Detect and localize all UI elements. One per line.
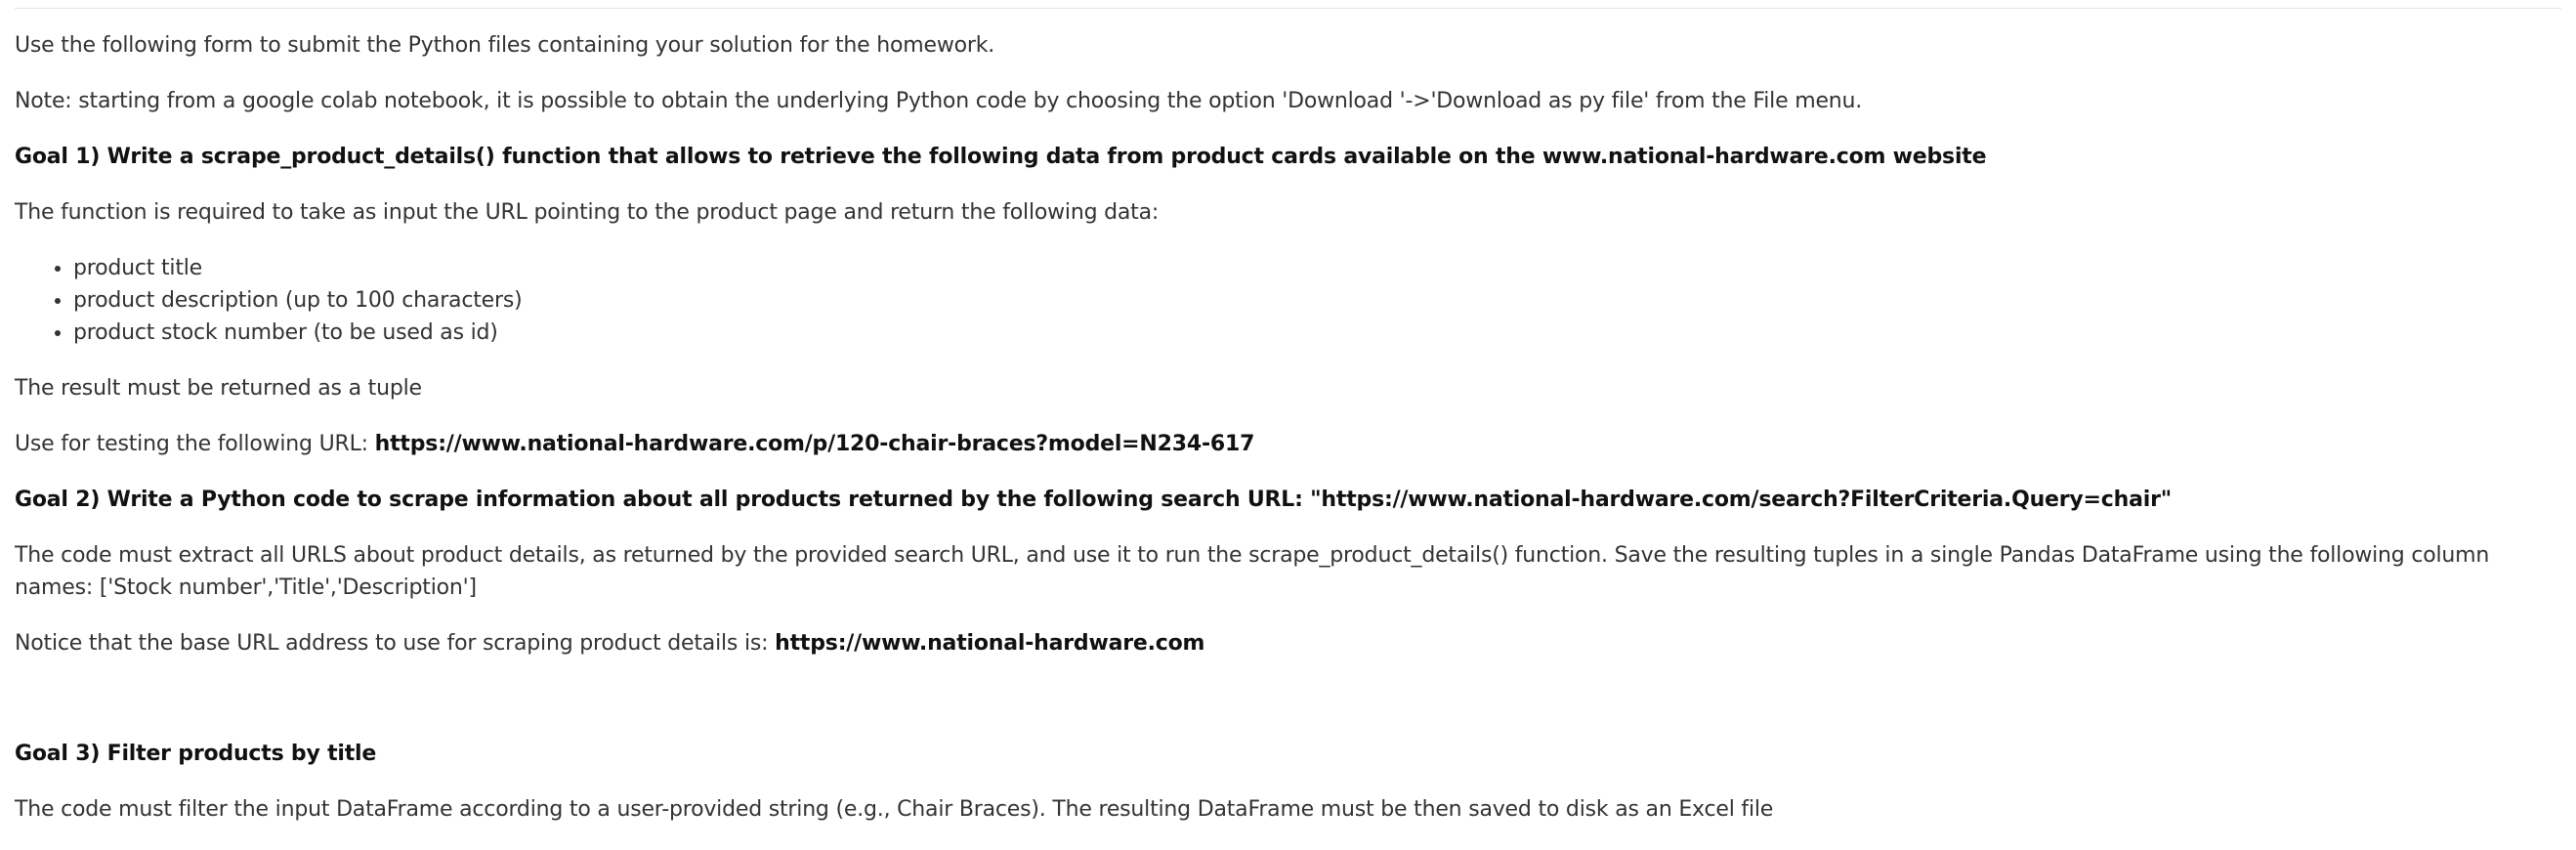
note-text: Note: starting from a google colab noteb… <box>15 89 1863 113</box>
goal-1-input-text: The function is required to take as inpu… <box>15 200 1160 225</box>
goal-1-title: Goal 1) Write a scrape_product_details()… <box>15 145 1987 169</box>
base-url: https://www.national-hardware.com <box>775 631 1205 656</box>
list-item: product title <box>73 252 2555 284</box>
goal-3-description: The code must filter the input DataFrame… <box>15 797 1774 822</box>
testing-url: https://www.national-hardware.com/p/120-… <box>374 432 1255 456</box>
list-item: product stock number (to be used as id) <box>73 317 2555 349</box>
testing-prefix: Use for testing the following URL: <box>15 432 375 456</box>
top-divider <box>15 8 2561 9</box>
goal-3-title: Goal 3) Filter products by title <box>15 742 377 766</box>
list-item: product description (up to 100 character… <box>73 284 2555 317</box>
goal-1-result-text: The result must be returned as a tuple <box>15 376 422 401</box>
goal-2-title: Goal 2) Write a Python code to scrape in… <box>15 488 2172 512</box>
intro-text: Use the following form to submit the Pyt… <box>15 33 995 58</box>
goal-1-testing-line: Use for testing the following URL: https… <box>15 428 2555 460</box>
goal-2-description: The code must extract all URLS about pro… <box>15 543 2490 600</box>
goal-2-base-url-line: Notice that the base URL address to use … <box>15 627 2555 659</box>
homework-instructions: Use the following form to submit the Pyt… <box>15 29 2555 849</box>
base-url-prefix: Notice that the base URL address to use … <box>15 631 776 656</box>
goal-1-data-list: product title product description (up to… <box>15 252 2555 349</box>
